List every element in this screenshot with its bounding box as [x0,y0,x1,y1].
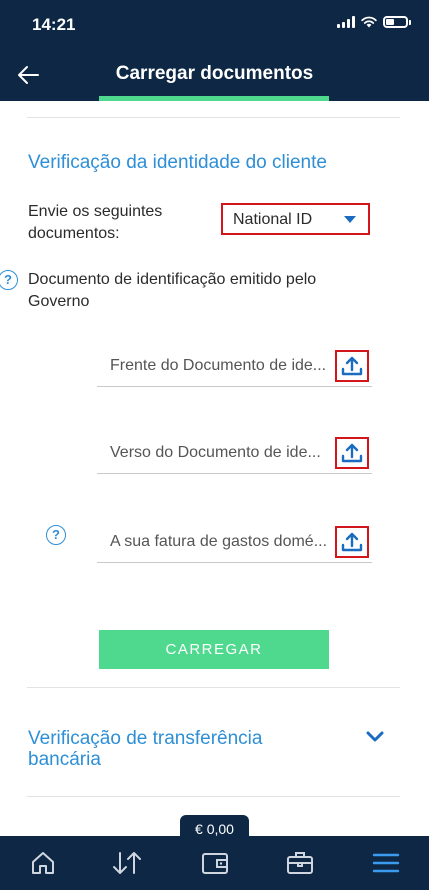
bottom-nav [0,836,429,890]
transfer-arrows-icon[interactable] [111,848,143,878]
caret-down-icon [344,216,356,223]
upload-field-bill[interactable]: A sua fatura de gastos domé... [97,521,372,563]
menu-icon[interactable] [370,848,402,878]
upload-bill-placeholder: A sua fatura de gastos domé... [110,533,328,550]
battery-tip [409,19,411,25]
top-bar: 14:21 Carregar documentos [0,0,429,101]
upload-front-placeholder: Frente do Documento de ide... [110,357,327,374]
page-title: Carregar documentos [115,63,314,84]
previous-section-edge [99,96,329,101]
signal-icon [337,16,355,28]
status-time: 14:21 [32,15,76,34]
help-icon[interactable]: ? [46,525,66,545]
upload-back-button[interactable] [335,437,369,469]
upload-icon [341,532,363,552]
send-documents-label: Envie os seguintes documentos: [28,203,163,242]
briefcase-icon[interactable] [284,848,316,878]
battery-icon [383,16,408,28]
divider [27,796,400,797]
home-icon[interactable] [27,848,59,878]
document-type-value: National ID [233,211,313,228]
upload-bill-button[interactable] [335,526,369,558]
help-icon[interactable]: ? [0,270,18,290]
upload-icon [341,356,363,376]
upload-field-back[interactable]: Verso do Documento de ide... [97,432,372,474]
wifi-icon [361,16,377,28]
upload-icon [341,443,363,463]
transfer-section-title[interactable]: Verificação de transferência bancária [28,728,328,770]
chevron-down-icon[interactable] [365,728,385,746]
wallet-icon[interactable] [199,848,231,878]
divider [27,687,400,688]
status-icons [337,16,411,28]
document-type-select[interactable]: National ID [221,203,370,235]
upload-field-front[interactable]: Frente do Documento de ide... [97,345,372,387]
upload-front-button[interactable] [335,350,369,382]
upload-back-placeholder: Verso do Documento de ide... [110,444,321,461]
identity-section-title: Verificação da identidade do cliente [28,152,327,173]
upload-submit-button[interactable]: CARREGAR [99,630,329,669]
divider [27,117,400,118]
document-description: Documento de identificação emitido pelo … [28,271,317,310]
